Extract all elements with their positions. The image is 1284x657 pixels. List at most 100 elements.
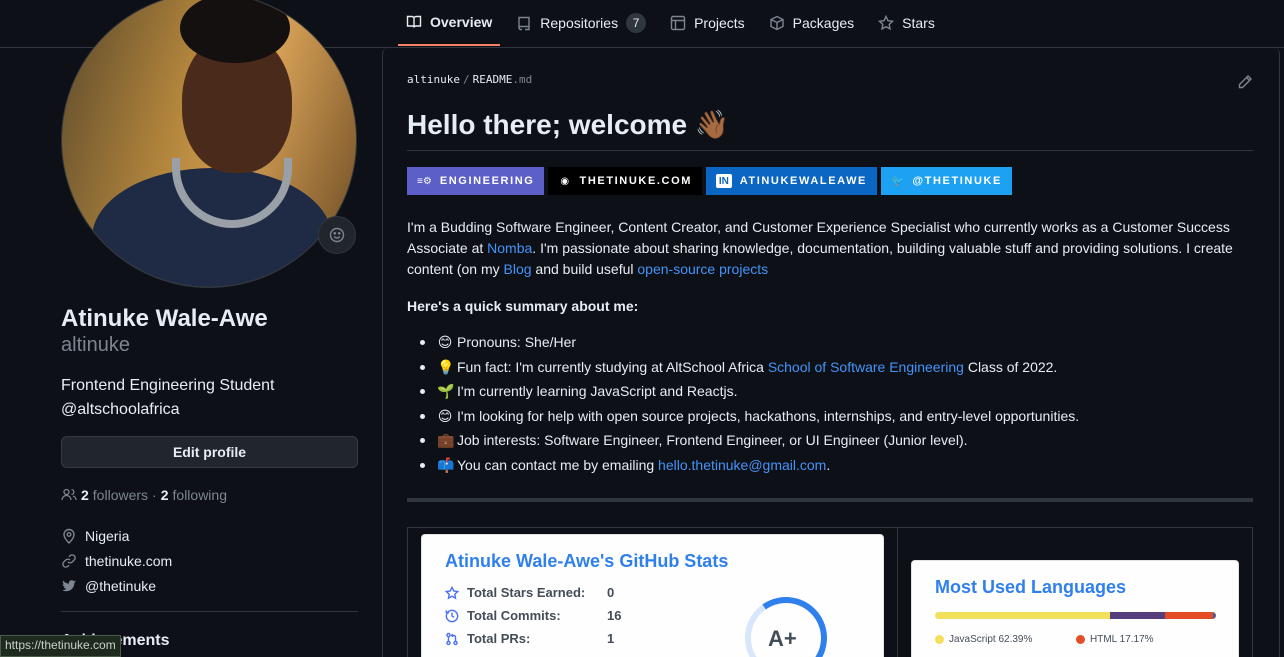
heading-divider	[407, 150, 1253, 151]
fact-text: Fun fact: I'm currently studying at AltS…	[457, 358, 768, 375]
project-icon	[670, 15, 686, 31]
engineering-icon: ≡⚙	[417, 175, 432, 187]
badge-engineering[interactable]: ≡⚙ ENGINEERING	[407, 167, 544, 195]
breadcrumb-separator: /	[462, 73, 470, 86]
stat-value: 1	[607, 631, 615, 646]
seedling-emoji-icon: 🌱	[437, 383, 455, 400]
twitter-handle: @thetinuke	[85, 578, 157, 594]
facts-list: 😊 Pronouns: She/Her 💡 Fun fact: I'm curren…	[407, 332, 1253, 480]
readme-breadcrumb: altinuke / README.md	[407, 73, 532, 86]
sidebar-divider	[61, 611, 358, 612]
smile-emoji-icon: 😊	[437, 407, 453, 424]
profile-location: Nigeria	[61, 528, 129, 544]
badge-twitter[interactable]: 🐦 @THETINUKE	[881, 167, 1012, 195]
smile-emoji-icon: 😊	[437, 334, 453, 350]
tab-stars[interactable]: Stars	[870, 0, 943, 46]
profile-full-name: Atinuke Wale-Awe	[61, 305, 268, 332]
stats-card-title: Atinuke Wale-Awe's GitHub Stats	[445, 551, 729, 571]
tab-packages[interactable]: Packages	[761, 0, 862, 46]
tab-list: Overview Repositories 7 Projects Package…	[398, 0, 951, 48]
grade-text: A+	[768, 626, 797, 651]
followers-count: 2	[81, 487, 89, 503]
followers-label: followers	[92, 487, 149, 503]
readme-file[interactable]: README	[473, 73, 513, 86]
list-item: 🌱 I'm currently learning JavaScript and R…	[407, 381, 1253, 406]
chrome-icon: ◉	[560, 175, 570, 187]
blog-link[interactable]: Blog	[504, 261, 532, 277]
stat-row-commits: Total Commits: 16	[445, 608, 621, 623]
intro-paragraph: I'm a Budding Software Engineer, Content…	[407, 217, 1253, 280]
fact-text: I'm looking for help with open source pr…	[457, 407, 1080, 424]
intro-text-3: and build useful	[531, 261, 638, 277]
langs-card-title: Most Used Languages	[935, 577, 1127, 597]
tab-overview[interactable]: Overview	[398, 0, 501, 46]
readme-file-ext: .md	[512, 73, 533, 86]
linkedin-icon: in	[716, 174, 732, 188]
lang-legend-label: JavaScript 62.39%	[949, 634, 1033, 645]
section-divider	[407, 498, 1253, 502]
location-pin-icon	[63, 528, 75, 544]
list-item: 😊 I'm looking for help with open source p…	[407, 406, 1253, 431]
fact-text: Class of 2022.	[963, 358, 1058, 375]
stat-value: 16	[607, 608, 622, 623]
twitter-icon: 🐦	[891, 175, 904, 187]
avatar[interactable]	[61, 0, 357, 288]
smiley-icon	[329, 227, 345, 243]
set-status-button[interactable]	[318, 216, 356, 254]
tab-repositories-label: Repositories	[540, 15, 619, 31]
profile-twitter[interactable]: @thetinuke	[61, 578, 156, 594]
star-icon	[878, 15, 895, 31]
edit-profile-button[interactable]: Edit profile	[61, 436, 358, 468]
followers-link[interactable]: 2 followers	[61, 487, 148, 503]
people-icon	[61, 488, 77, 501]
edit-readme-button[interactable]	[1237, 74, 1253, 90]
list-item: 📫 You can contact me by emailing hello.th…	[407, 455, 1253, 480]
badge-linkedin-label: ATINUKEWALEAWE	[739, 175, 867, 187]
stats-table-divider	[897, 527, 898, 657]
readme-owner[interactable]: altinuke	[407, 73, 460, 86]
lang-color-dot	[1076, 635, 1085, 644]
list-item: 😊 Pronouns: She/Her	[407, 332, 1253, 357]
stat-value: 0	[607, 585, 615, 600]
tab-projects-label: Projects	[694, 15, 745, 31]
pencil-icon	[1238, 75, 1252, 89]
language-bar-segment	[1164, 612, 1214, 619]
badge-website[interactable]: ◉ THETINUKE.COM	[548, 167, 702, 195]
stat-label: Total PRs:	[467, 631, 531, 646]
stat-label: Total Commits:	[467, 608, 561, 623]
clock-icon	[445, 609, 459, 622]
nomba-link[interactable]: Nomba	[487, 240, 532, 256]
pull-request-icon	[446, 632, 458, 645]
fact-text: You can contact me by emailing	[457, 456, 659, 473]
tab-repositories[interactable]: Repositories 7	[508, 0, 654, 46]
lang-legend-javascript: JavaScript 62.39%	[935, 634, 1032, 645]
profile-username: altinuke	[61, 334, 130, 356]
following-count: 2	[160, 487, 169, 503]
school-link[interactable]: School of Software Engineering	[768, 359, 964, 375]
list-item: 💼 Job interests: Software Engineer, Front…	[407, 430, 1253, 455]
follow-separator: ·	[152, 487, 157, 503]
lang-color-dot	[935, 635, 944, 644]
mailbox-emoji-icon: 📫	[437, 456, 455, 473]
website-text: thetinuke.com	[85, 553, 173, 569]
book-icon	[406, 15, 422, 28]
following-label: following	[172, 487, 227, 503]
badge-linkedin[interactable]: in ATINUKEWALEAWE	[706, 167, 877, 195]
fact-text: Pronouns: She/Her	[457, 334, 577, 350]
briefcase-emoji-icon: 💼	[437, 432, 455, 449]
lightbulb-emoji-icon: 💡	[437, 358, 455, 375]
badge-engineering-label: ENGINEERING	[439, 175, 535, 187]
language-bar-segment	[1110, 612, 1165, 619]
fact-text: .	[826, 456, 831, 473]
lang-legend-label: HTML 17.17%	[1090, 634, 1154, 645]
profile-website[interactable]: thetinuke.com	[61, 553, 172, 569]
badge-twitter-label: @THETINUKE	[912, 175, 1002, 187]
link-icon	[62, 554, 76, 568]
profile-bio: Frontend Engineering Student @altschoola…	[61, 377, 275, 418]
twitter-icon	[62, 580, 76, 592]
tab-projects[interactable]: Projects	[662, 0, 753, 46]
following-link[interactable]: 2 following	[161, 487, 227, 503]
fact-text: Job interests: Software Engineer, Fronte…	[457, 432, 968, 449]
open-source-link[interactable]: open-source projects	[637, 261, 768, 277]
email-link[interactable]: hello.thetinuke@gmail.com	[658, 457, 826, 473]
